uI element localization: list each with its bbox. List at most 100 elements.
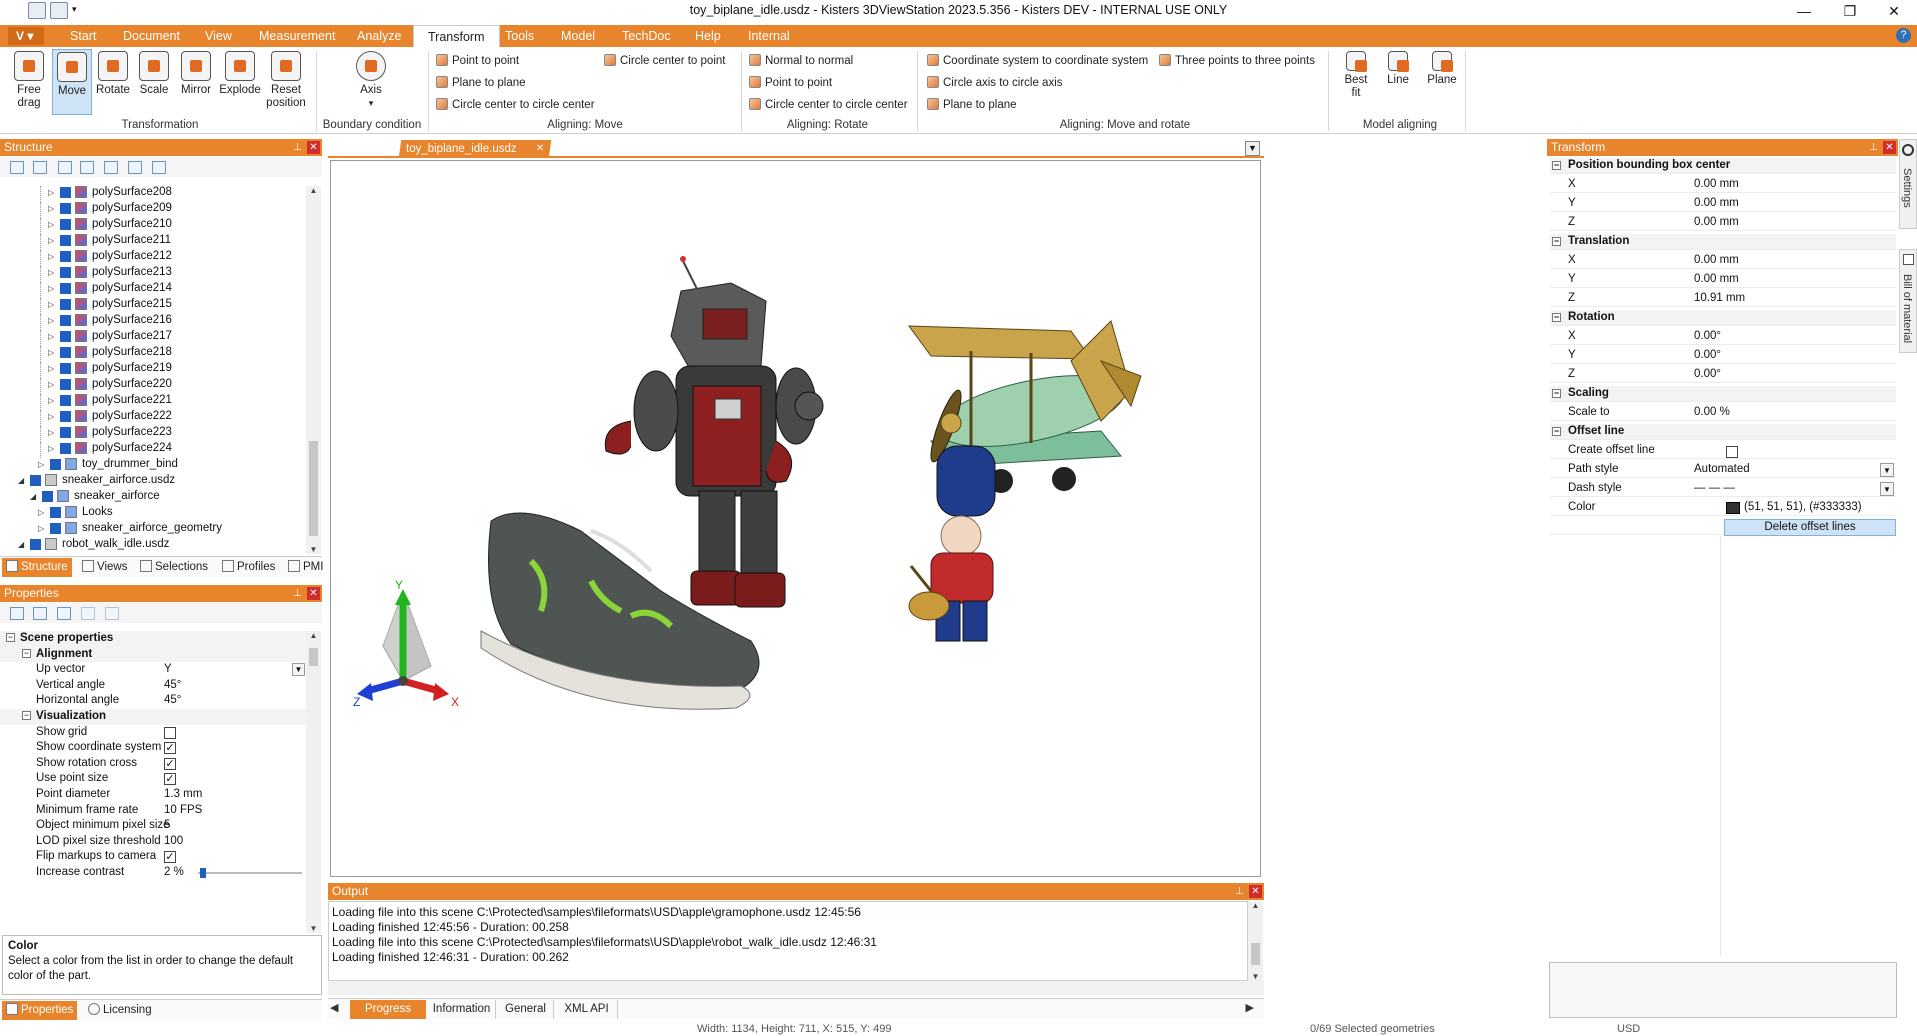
tree-node[interactable]: ▷ sneaker_airforce_geometry [0,522,306,535]
property-checkbox[interactable]: ✓ [164,757,176,770]
tree-node[interactable]: ▷ polySurface216 [0,314,306,330]
visibility-checkbox[interactable] [60,203,71,214]
scroll-down-icon[interactable]: ▼ [306,924,321,933]
expand-arrow-icon[interactable]: ▷ [48,300,57,309]
visibility-checkbox[interactable] [60,251,71,262]
mirror-button[interactable]: Mirror [176,51,216,97]
tree-node[interactable]: ▷ polySurface217 [0,330,306,346]
close-icon[interactable]: ✕ [1249,885,1262,898]
tab-progress[interactable]: Progress [350,1000,426,1019]
tree-node[interactable]: ▷ polySurface224 [0,442,306,458]
visibility-checkbox[interactable] [60,379,71,390]
transform-field-value[interactable]: 0.00 mm [1694,196,1739,212]
visibility-checkbox[interactable] [60,299,71,310]
align-mr-plane-to-plane[interactable]: Plane to plane [927,97,1017,113]
expand-arrow-icon[interactable]: ▷ [48,428,57,437]
properties-view-icon[interactable] [57,607,71,620]
line-align-button[interactable]: Line [1380,51,1416,87]
menu-internal[interactable]: Internal [748,25,790,47]
transform-field-value[interactable]: 0.00° [1694,348,1721,364]
tree-node[interactable]: ▷ polySurface219 [0,362,306,378]
3d-viewport[interactable]: Y X Z [330,160,1261,877]
rotate-normal-to-normal[interactable]: Normal to normal [749,53,853,69]
collapse-icon[interactable]: − [1552,237,1561,246]
visibility-checkbox[interactable] [60,363,71,374]
scroll-thumb[interactable] [1251,943,1260,965]
align-point-to-point[interactable]: Point to point [436,53,519,69]
rotate-button[interactable]: Rotate [94,51,132,97]
expand-arrow-icon[interactable]: ▷ [48,316,57,325]
collapse-icon[interactable]: − [1552,161,1561,170]
menu-start[interactable]: Start [70,25,96,47]
dropdown-arrow-icon[interactable]: ▼ [1880,482,1894,496]
restore-icon[interactable]: ❐ [1827,0,1873,22]
transform-category[interactable]: − Translation [1550,234,1896,250]
pin-icon[interactable]: ⊥ [291,587,304,600]
tree-settings-icon[interactable] [152,161,166,174]
expand-arrow-icon[interactable]: ▷ [38,524,47,533]
expand-arrow-icon[interactable]: ▷ [48,204,57,213]
tab-profiles[interactable]: Profiles [222,558,275,577]
reset-position-button[interactable]: Reset position [264,51,308,110]
pin-icon[interactable]: ⊥ [291,141,304,154]
visibility-checkbox[interactable] [60,347,71,358]
scale-button[interactable]: Scale [136,51,172,97]
visibility-checkbox[interactable] [50,507,61,518]
pin-icon[interactable]: ⊥ [1867,141,1880,154]
scroll-thumb[interactable] [309,441,318,536]
align-circle-to-point[interactable]: Circle center to point [604,53,725,69]
tab-licensing[interactable]: Licensing [88,1001,152,1020]
tree-node[interactable]: ◢ sneaker_airforce.usdz [0,474,306,487]
scroll-up-icon[interactable]: ▲ [306,186,321,195]
collapse-level-icon[interactable] [80,161,94,174]
expand-arrow-icon[interactable]: ▷ [48,220,57,229]
visibility-checkbox[interactable] [60,443,71,454]
align-plane-to-plane[interactable]: Plane to plane [436,75,526,91]
transform-field-value[interactable]: 0.00 % [1694,405,1730,421]
transform-field-value[interactable]: 0.00 mm [1694,177,1739,193]
expand-arrow-icon[interactable]: ▷ [48,332,57,341]
property-value[interactable]: 5 [164,818,170,834]
tree-node[interactable]: ▷ Looks [0,506,306,519]
dropdown-arrow-icon[interactable]: ▼ [292,663,305,677]
collapse-icon[interactable]: − [1552,313,1561,322]
tab-information[interactable]: Information [428,1000,496,1019]
tab-structure[interactable]: Structure [2,558,72,577]
color-swatch[interactable] [1726,502,1740,514]
tabs-scroll-left-icon[interactable]: ◀ [330,1001,338,1014]
tree-node[interactable]: ▷ polySurface213 [0,266,306,282]
transform-field-value[interactable]: 0.00 mm [1694,215,1739,231]
transform-field-value[interactable]: 0.00° [1694,367,1721,383]
create-offset-line-checkbox[interactable] [1726,446,1738,458]
transform-field-value[interactable]: 0.00° [1694,329,1721,345]
menu-techdoc[interactable]: TechDoc [622,25,671,47]
visibility-checkbox[interactable] [60,315,71,326]
expand-arrow-icon[interactable]: ▷ [48,348,57,357]
visibility-checkbox[interactable] [50,523,61,534]
expand-arrow-icon[interactable]: ▷ [48,396,57,405]
output-hscrollbar[interactable] [328,981,1264,995]
tree-node[interactable]: ▷ polySurface220 [0,378,306,394]
property-checkbox[interactable]: ✓ [164,773,176,786]
transform-field-value[interactable]: — — — [1694,481,1735,497]
visibility-checkbox[interactable] [30,539,41,550]
property-value[interactable]: 100 [164,834,183,850]
property-checkbox[interactable] [164,726,176,739]
transform-category[interactable]: − Rotation [1550,310,1896,326]
tree-node[interactable]: ▷ polySurface215 [0,298,306,314]
property-value[interactable]: 45° [164,678,181,694]
rotate-point-to-point[interactable]: Point to point [749,75,832,91]
expand-arrow-icon[interactable]: ▷ [48,268,57,277]
align-three-points[interactable]: Three points to three points [1159,53,1315,69]
tab-pmi[interactable]: PMI [288,558,323,577]
tree-filter-icon[interactable] [128,161,142,174]
visibility-checkbox[interactable] [60,395,71,406]
visibility-checkbox[interactable] [30,475,41,486]
structure-scrollbar[interactable]: ▲ ▼ [306,186,321,554]
tree-node[interactable]: ▷ polySurface212 [0,250,306,266]
visibility-checkbox[interactable] [60,187,71,198]
tree-node[interactable]: ▷ polySurface223 [0,426,306,442]
minimize-icon[interactable]: — [1781,0,1827,22]
visibility-checkbox[interactable] [60,267,71,278]
collapse-all-icon[interactable] [33,161,47,174]
